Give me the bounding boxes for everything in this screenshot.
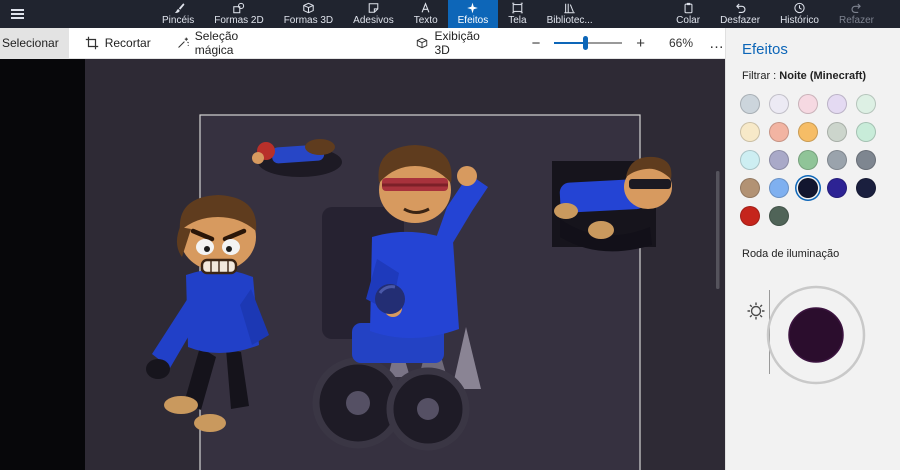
shapes-2d-icon (233, 2, 245, 14)
tab-label: Tela (508, 15, 527, 26)
tab-formas-2d[interactable]: Formas 2D (204, 0, 273, 28)
text-icon (421, 2, 430, 13)
tab-efeitos[interactable]: Efeitos (447, 0, 499, 28)
select-button[interactable]: Selecionar (0, 27, 69, 59)
canvas-scrollbar[interactable] (716, 171, 720, 289)
filter-swatch[interactable] (798, 178, 818, 198)
zoom-slider[interactable] (554, 36, 623, 50)
filter-swatch[interactable] (769, 122, 789, 142)
canvas-3d-object-character-right[interactable] (552, 156, 672, 252)
action-label: Desfazer (720, 15, 761, 26)
redo-button[interactable]: Refazer (829, 0, 884, 28)
filter-swatch[interactable] (856, 94, 876, 114)
view-3d-icon (417, 37, 428, 49)
view-3d-label: Exibição 3D (434, 29, 480, 57)
menu-icon[interactable] (0, 0, 34, 28)
zoom-in-button[interactable]: + (632, 35, 649, 52)
filter-swatch[interactable] (798, 94, 818, 114)
filter-swatch[interactable] (740, 150, 760, 170)
magic-select-button[interactable]: Seleção mágica (177, 29, 269, 57)
tab-tela[interactable]: Tela (498, 0, 536, 28)
tab-label: Adesivos (353, 15, 394, 26)
action-label: Refazer (838, 15, 874, 26)
filter-swatch[interactable] (827, 150, 847, 170)
magic-select-label: Seleção mágica (194, 29, 239, 57)
filter-value: Noite (Minecraft) (779, 70, 867, 82)
zoom-out-button[interactable]: − (528, 35, 545, 52)
canvas-area[interactable] (0, 59, 725, 470)
crop-button[interactable]: Recortar (85, 36, 151, 50)
tab-label: Bibliotec... (546, 15, 593, 26)
filter-swatch[interactable] (856, 150, 876, 170)
paste-button[interactable]: Colar (666, 0, 710, 28)
filter-swatch[interactable] (856, 122, 876, 142)
more-options-button[interactable]: … (709, 35, 725, 52)
filter-row: Filtrar : Noite (Minecraft) (726, 58, 900, 82)
lighting-wheel[interactable] (726, 278, 900, 428)
sun-icon[interactable] (747, 302, 765, 320)
zoom-slider-thumb[interactable] (582, 36, 588, 50)
lighting-wheel-label: Roda de iluminação (742, 248, 840, 260)
history-icon (794, 2, 805, 14)
filter-swatch[interactable] (798, 122, 818, 142)
action-label: Histórico (780, 15, 819, 26)
undo-icon (735, 3, 745, 14)
crop-label: Recortar (104, 36, 151, 50)
lighting-wheel-color[interactable] (788, 307, 844, 363)
crop-icon (85, 36, 98, 50)
edit-toolbar: Selecionar Recortar Seleção mágica Exibi… (0, 27, 725, 59)
zoom-slider-fill (554, 42, 583, 44)
tab-label: Texto (413, 15, 438, 26)
topbar-actions: Colar Desfazer Histórico Refazer (666, 0, 884, 28)
tab-pinceis[interactable]: Pincéis (152, 0, 204, 28)
stickers-icon (368, 3, 379, 13)
filter-swatch[interactable] (827, 122, 847, 142)
magic-wand-icon (177, 37, 189, 48)
effects-icon (467, 2, 479, 14)
history-button[interactable]: Histórico (770, 0, 829, 28)
filter-label: Filtrar : (742, 70, 777, 82)
clipboard-icon (684, 2, 693, 14)
filter-swatch[interactable] (740, 94, 760, 114)
redo-icon (851, 3, 861, 14)
filter-swatch[interactable] (740, 206, 760, 226)
filter-swatch[interactable] (740, 178, 760, 198)
filter-swatch[interactable] (827, 94, 847, 114)
view-3d-button[interactable]: Exibição 3D (416, 29, 489, 57)
canvas-icon (512, 2, 523, 14)
tab-label: Formas 3D (283, 15, 334, 26)
filter-swatch[interactable] (769, 178, 789, 198)
filter-swatch[interactable] (798, 150, 818, 170)
tab-label: Pincéis (162, 15, 195, 26)
undo-button[interactable]: Desfazer (710, 0, 770, 28)
filter-swatch[interactable] (740, 122, 760, 142)
tab-formas-3d[interactable]: Formas 3D (274, 0, 343, 28)
filter-swatch[interactable] (769, 206, 789, 226)
tab-label: Efeitos (457, 15, 489, 26)
brush-icon (174, 3, 185, 13)
effects-panel: Efeitos Filtrar : Noite (Minecraft) Roda… (725, 28, 900, 470)
filter-swatch-grid (726, 82, 900, 226)
tab-texto[interactable]: Texto (404, 0, 448, 28)
filter-swatch[interactable] (769, 150, 789, 170)
tab-label: Formas 2D (214, 15, 264, 26)
tab-biblioteca[interactable]: Bibliotec... (537, 0, 603, 28)
tab-adesivos[interactable]: Adesivos (343, 0, 404, 28)
main-tabs: Pincéis Formas 2D Formas 3D Adesivos Tex… (152, 0, 603, 28)
zoom-value: 66% (668, 36, 693, 50)
top-menu-bar: Pincéis Formas 2D Formas 3D Adesivos Tex… (0, 0, 900, 28)
filter-swatch[interactable] (856, 178, 876, 198)
library-icon (564, 3, 575, 14)
filter-swatch[interactable] (827, 178, 847, 198)
filter-swatch[interactable] (769, 94, 789, 114)
canvas-3d-scene (85, 59, 725, 470)
select-label: Selecionar (2, 36, 59, 50)
shapes-3d-icon (303, 2, 314, 14)
action-label: Colar (676, 15, 701, 26)
panel-title: Efeitos (742, 41, 788, 58)
